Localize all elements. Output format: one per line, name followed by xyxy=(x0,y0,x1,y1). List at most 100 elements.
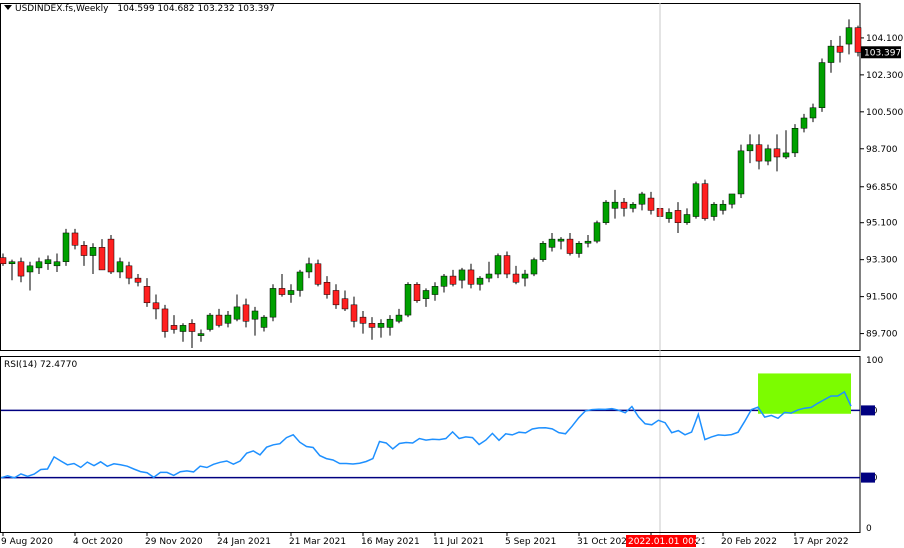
candle[interactable] xyxy=(431,282,439,301)
candle[interactable] xyxy=(710,202,718,221)
candle[interactable] xyxy=(188,319,196,348)
candle[interactable] xyxy=(350,296,358,328)
candle[interactable] xyxy=(566,232,574,256)
candle[interactable] xyxy=(125,261,133,285)
rsi-pane[interactable]: RSI(14) 72.477010070300 xyxy=(0,356,884,534)
candle[interactable] xyxy=(314,259,322,287)
candle[interactable] xyxy=(260,315,268,332)
candle-body xyxy=(575,242,583,254)
candle[interactable] xyxy=(197,329,205,342)
candle[interactable] xyxy=(206,313,214,332)
candle[interactable] xyxy=(62,228,70,266)
candle[interactable] xyxy=(584,235,592,248)
candle[interactable] xyxy=(539,241,547,262)
candle[interactable] xyxy=(548,232,556,252)
candle[interactable] xyxy=(818,58,826,112)
candle[interactable] xyxy=(413,282,421,303)
candle[interactable] xyxy=(602,200,610,225)
candle[interactable] xyxy=(449,269,457,287)
candle[interactable] xyxy=(530,257,538,277)
candle[interactable] xyxy=(827,39,835,73)
candle[interactable] xyxy=(593,220,601,244)
candle[interactable] xyxy=(287,284,295,303)
candle[interactable] xyxy=(305,257,313,279)
candle[interactable] xyxy=(35,257,43,275)
candle[interactable] xyxy=(683,208,691,225)
candle[interactable] xyxy=(368,317,376,340)
candle[interactable] xyxy=(359,310,367,334)
candle[interactable] xyxy=(620,198,628,217)
candle[interactable] xyxy=(467,263,475,289)
candle[interactable] xyxy=(755,134,763,170)
candle[interactable] xyxy=(89,243,97,275)
candle[interactable] xyxy=(737,144,745,199)
candle-body xyxy=(359,316,367,324)
candle[interactable] xyxy=(80,241,88,266)
candle[interactable] xyxy=(476,276,484,291)
candle[interactable] xyxy=(242,298,250,328)
candle[interactable] xyxy=(512,265,520,285)
candle[interactable] xyxy=(791,124,799,157)
candle[interactable] xyxy=(152,294,160,320)
candle[interactable] xyxy=(116,257,124,279)
candle[interactable] xyxy=(458,267,466,289)
trading-chart[interactable]: 104.100 102.300 100.500 98.700 96.850 95.100 9… xyxy=(0,0,904,548)
candle[interactable] xyxy=(71,228,79,250)
candle[interactable] xyxy=(107,235,115,275)
candle[interactable] xyxy=(782,130,790,160)
candle[interactable] xyxy=(26,261,34,291)
candle[interactable] xyxy=(521,269,529,287)
candle[interactable] xyxy=(773,134,781,172)
candle[interactable] xyxy=(332,284,340,309)
candle[interactable] xyxy=(17,257,25,283)
candle[interactable] xyxy=(494,253,502,279)
candle[interactable] xyxy=(665,208,673,223)
candle[interactable] xyxy=(692,181,700,219)
candle[interactable] xyxy=(395,308,403,324)
candle[interactable] xyxy=(296,269,304,297)
candle[interactable] xyxy=(404,282,412,318)
price-pane[interactable]: 104.100 102.300 100.500 98.700 96.850 95.100 9… xyxy=(0,3,903,540)
candle[interactable] xyxy=(485,261,493,283)
candle[interactable] xyxy=(440,274,448,293)
candle[interactable] xyxy=(161,304,169,338)
candle[interactable] xyxy=(8,259,16,281)
candle[interactable] xyxy=(638,191,646,211)
candle[interactable] xyxy=(629,202,637,213)
candle[interactable] xyxy=(422,288,430,307)
candle[interactable] xyxy=(809,103,817,123)
candle[interactable] xyxy=(98,239,106,271)
candle[interactable] xyxy=(53,253,61,272)
candle[interactable] xyxy=(854,25,862,57)
candle[interactable] xyxy=(179,323,187,342)
candle[interactable] xyxy=(800,113,808,133)
candle[interactable] xyxy=(575,241,583,258)
candle[interactable] xyxy=(611,189,619,219)
candle[interactable] xyxy=(845,19,853,55)
candle[interactable] xyxy=(764,144,772,166)
candle[interactable] xyxy=(323,276,331,299)
candle[interactable] xyxy=(44,255,52,270)
candle[interactable] xyxy=(836,35,844,63)
candle[interactable] xyxy=(386,315,394,336)
candle[interactable] xyxy=(719,200,727,215)
candle[interactable] xyxy=(251,306,259,336)
candle-body xyxy=(548,238,556,248)
candle[interactable] xyxy=(503,251,511,279)
candle[interactable] xyxy=(143,278,151,307)
candle[interactable] xyxy=(269,284,277,322)
candle[interactable] xyxy=(341,290,349,311)
candle[interactable] xyxy=(377,319,385,338)
candle[interactable] xyxy=(215,308,223,328)
candle[interactable] xyxy=(557,237,565,250)
candle[interactable] xyxy=(728,193,736,209)
candle[interactable] xyxy=(674,202,682,233)
candle[interactable] xyxy=(278,274,286,297)
candle[interactable] xyxy=(233,294,241,322)
candle[interactable] xyxy=(134,274,142,287)
candle[interactable] xyxy=(647,191,655,215)
candle[interactable] xyxy=(701,179,709,221)
candle[interactable] xyxy=(224,310,232,328)
candle[interactable] xyxy=(746,134,754,164)
candle[interactable] xyxy=(170,315,178,334)
